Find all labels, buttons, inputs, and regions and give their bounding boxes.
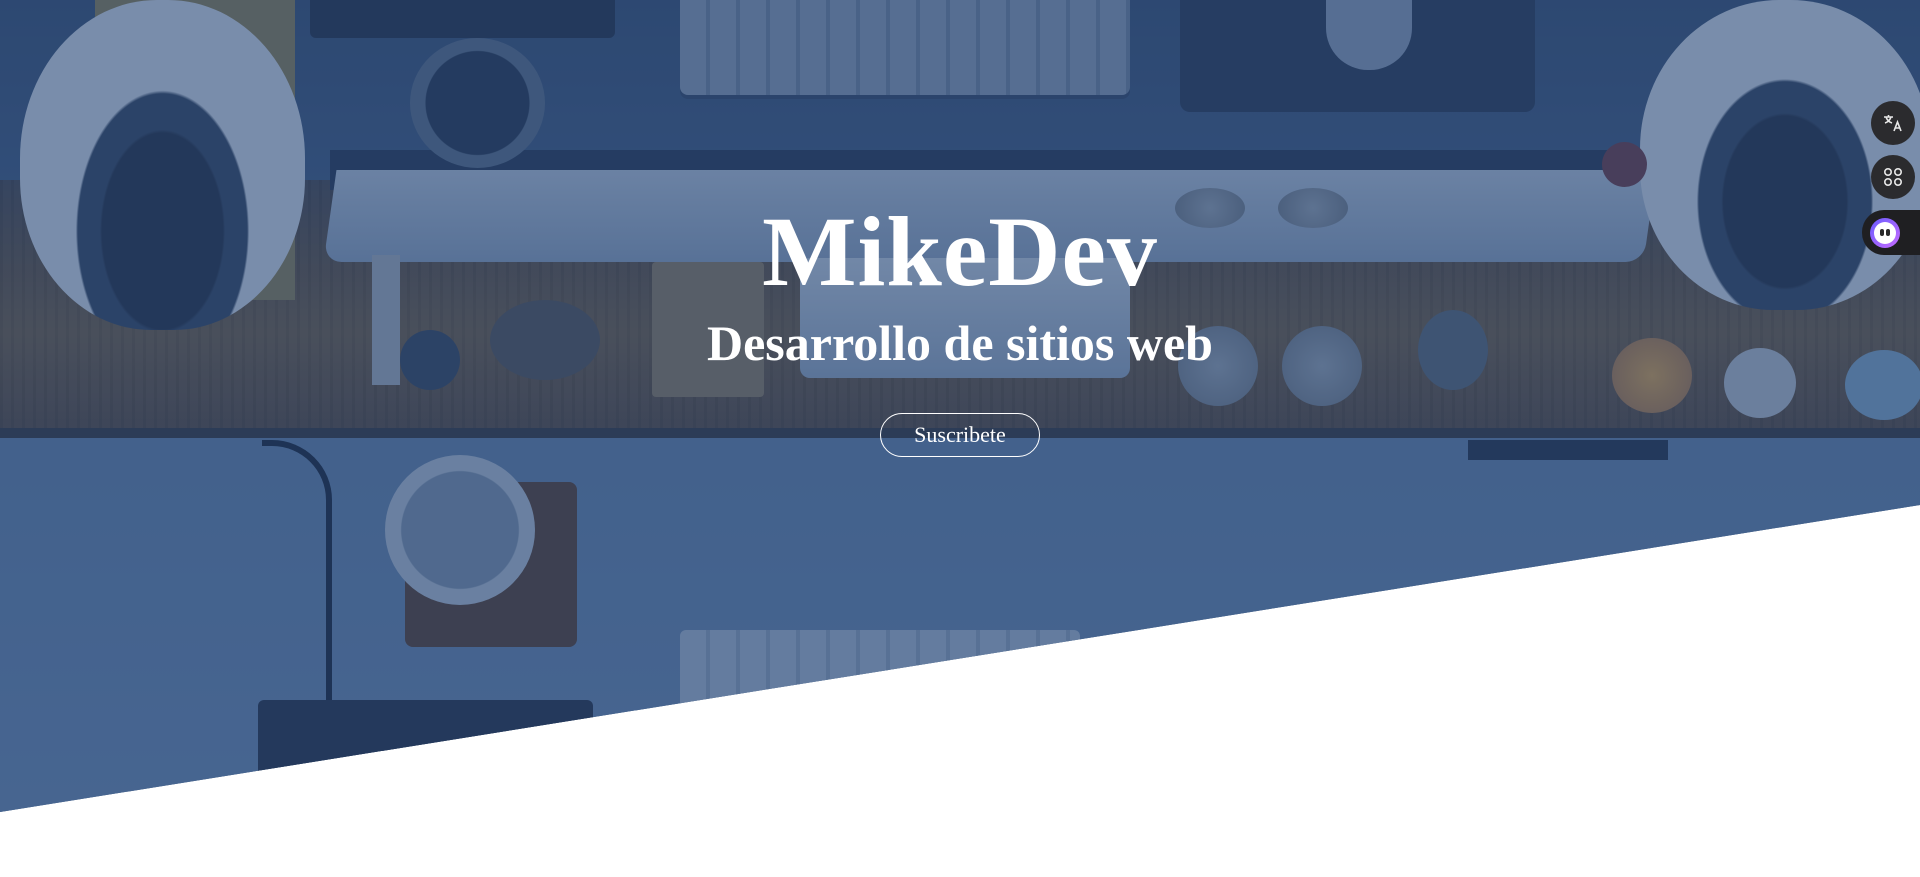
ai-assistant-icon [1870,217,1900,248]
subscribe-button[interactable]: Suscribete [880,413,1040,457]
apps-button[interactable] [1871,155,1915,199]
translate-icon [1882,112,1904,134]
ai-assistant-button[interactable] [1862,210,1920,255]
site-tagline: Desarrollo de sitios web [707,315,1213,371]
translate-button[interactable] [1871,101,1915,145]
site-brand-title: MikeDev [762,196,1158,307]
hero-section: MikeDev Desarrollo de sitios web Suscrib… [0,0,1920,812]
apps-grid-icon [1882,166,1904,188]
